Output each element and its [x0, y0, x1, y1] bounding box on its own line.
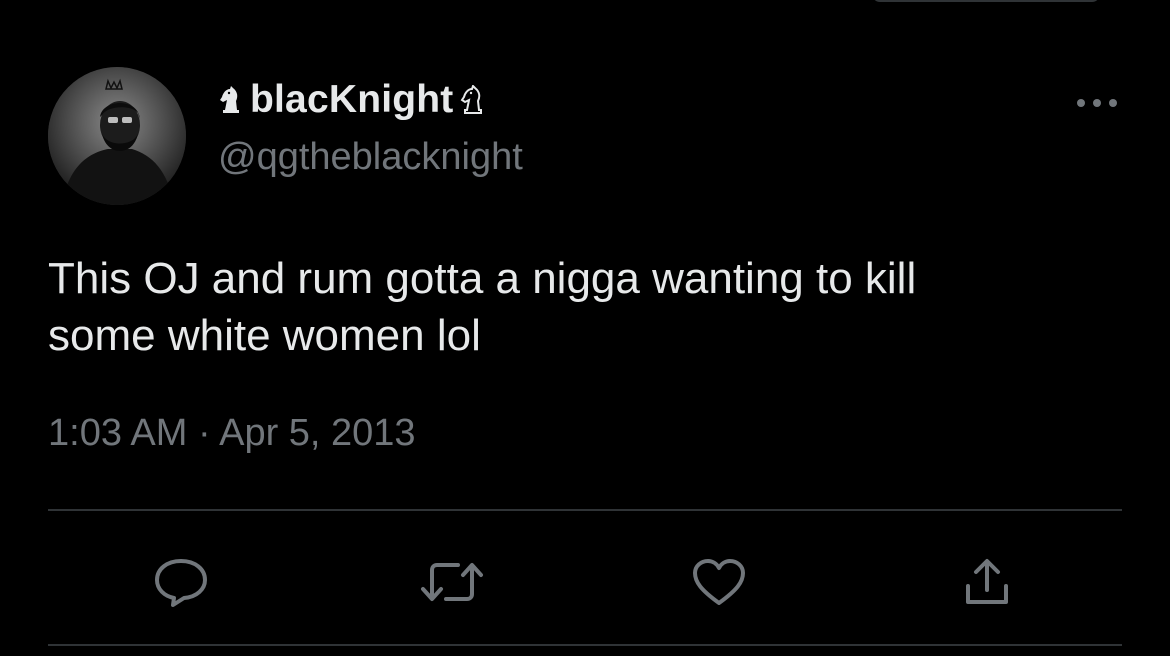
tweet-text-line: This OJ and rum gotta a nigga wanting to…: [48, 254, 917, 303]
author-name-row[interactable]: blacKnight: [218, 78, 486, 122]
reply-button[interactable]: [149, 550, 213, 614]
divider: [48, 644, 1122, 646]
tweet-text: This OJ and rum gotta a nigga wanting to…: [48, 250, 1128, 364]
reply-icon: [155, 559, 207, 607]
chess-knight-icon: [460, 85, 482, 114]
divider: [48, 509, 1122, 511]
tweet-text-line: some white women lol: [48, 311, 481, 360]
like-icon: [693, 559, 745, 605]
share-button[interactable]: [955, 550, 1019, 614]
top-pill-button[interactable]: [872, 0, 1100, 2]
retweet-icon: [421, 563, 483, 601]
tweet-timestamp[interactable]: 1:03 AM · Apr 5, 2013: [48, 412, 416, 455]
display-name: blacKnight: [250, 78, 454, 121]
more-icon: [1077, 99, 1117, 107]
share-icon: [966, 559, 1008, 604]
avatar[interactable]: [48, 67, 186, 205]
retweet-button[interactable]: [420, 550, 484, 614]
user-handle[interactable]: @qgtheblacknight: [218, 136, 523, 179]
chess-knight-icon: [220, 86, 239, 113]
like-button[interactable]: [687, 550, 751, 614]
action-bar: [0, 550, 1170, 614]
more-options-button[interactable]: [1072, 88, 1122, 118]
